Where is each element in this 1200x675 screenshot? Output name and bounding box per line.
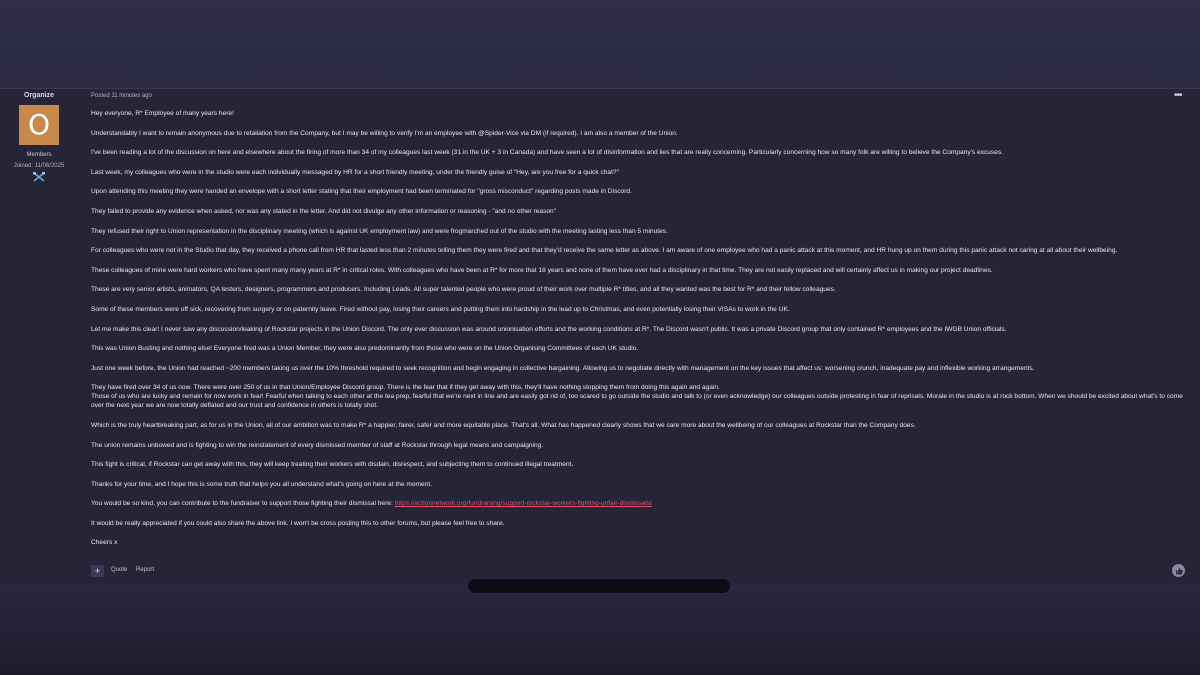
bottom-overlay-bar xyxy=(468,579,730,593)
post-paragraph: Which is the truly heartbreaking part, a… xyxy=(91,421,916,429)
post-paragraph: Thanks for your time, and I hope this is… xyxy=(91,480,433,488)
post-paragraph: These are very senior artists, animators… xyxy=(91,286,836,294)
post-paragraph: This was Union Busting and nothing else!… xyxy=(91,345,639,353)
author-name[interactable]: Organize xyxy=(0,92,78,99)
post-paragraph: These colleagues of mine were hard worke… xyxy=(91,266,993,274)
post-timestamp: Posted 11 minutes ago xyxy=(91,93,152,99)
post-signoff: Cheers x xyxy=(91,539,118,547)
report-button[interactable]: Report xyxy=(136,567,154,573)
thumbs-up-icon[interactable] xyxy=(1172,564,1185,577)
avatar[interactable]: O xyxy=(19,105,59,145)
more-options-button[interactable]: ••• xyxy=(1174,90,1182,101)
post-paragraph: Hey everyone, R* Employee of many years … xyxy=(91,110,234,117)
post-body: Hey everyone, R* Employee of many years … xyxy=(91,109,1183,558)
author-joined-date: Joined: 11/06/2025 xyxy=(13,163,65,169)
add-reaction-button[interactable]: + xyxy=(91,565,104,577)
post-paragraph: Upon attending this meeting they were ha… xyxy=(91,188,632,196)
post-paragraph: For colleagues who were not in the Studi… xyxy=(91,247,1118,255)
post-paragraph: You would be so kind, you can contribute… xyxy=(91,500,652,508)
author-group: Members xyxy=(26,152,52,158)
post-paragraph: They refused their right to Union repres… xyxy=(91,227,668,235)
post-paragraph: Let me make this clear! I never saw any … xyxy=(91,325,1007,333)
post-paragraph: I've been reading a lot of the discussio… xyxy=(91,149,1004,157)
post-paragraph: They failed to provide any evidence when… xyxy=(91,207,557,215)
post-paragraph: The union remains unbowed and is fightin… xyxy=(91,441,544,449)
post-paragraph: They have fired over 34 of us now. There… xyxy=(91,384,1183,410)
page-header-band xyxy=(0,0,1200,88)
post-paragraph: Some of these members were off sick, rec… xyxy=(91,305,790,313)
crossed-tools-badge-icon xyxy=(33,172,45,182)
avatar-letter: O xyxy=(27,108,51,141)
author-panel: Organize O Members Joined: 11/06/2025 xyxy=(0,92,78,182)
post-paragraph: Just one week before, the Union had reac… xyxy=(91,364,1035,372)
thumbs-up-glyph xyxy=(1175,567,1183,574)
fundraiser-link[interactable]: https://actionnetwork.org/fundraising/su… xyxy=(395,500,652,507)
page-footer-band xyxy=(0,585,1200,675)
quote-button[interactable]: Quote xyxy=(111,567,127,573)
post-paragraph: Last week, my colleagues who were in the… xyxy=(91,168,619,176)
post-paragraph: Understandably I want to remain anonymou… xyxy=(91,129,678,137)
post-paragraph: It would be really appreciated if you co… xyxy=(91,519,505,527)
post-paragraph: This fight is critical, if Rockstar can … xyxy=(91,461,574,469)
